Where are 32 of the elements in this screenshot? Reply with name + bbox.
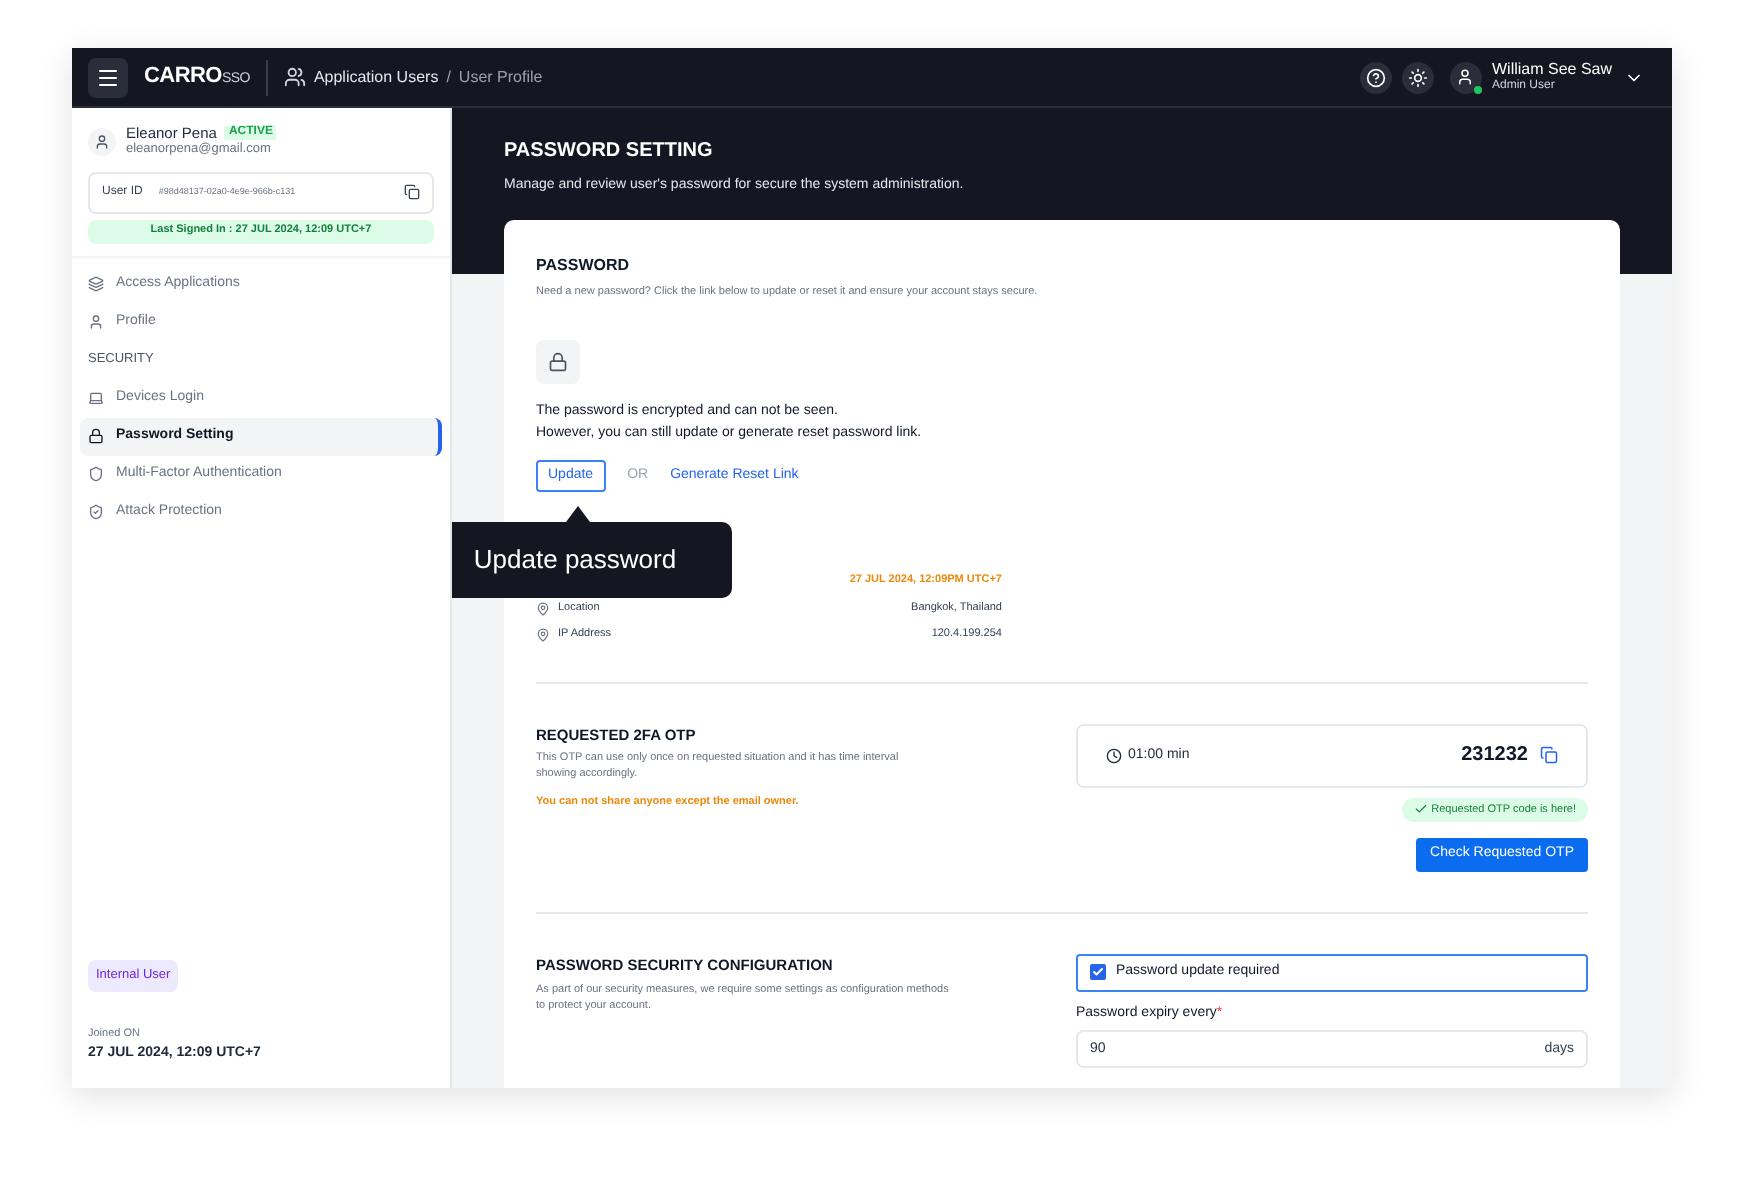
- tooltip-pointer: [566, 505, 590, 522]
- help-icon: [1365, 67, 1386, 87]
- sun-icon: [1407, 67, 1428, 87]
- users-icon: [283, 66, 306, 88]
- menu-button[interactable]: [88, 57, 128, 97]
- breadcrumb-separator: /: [446, 65, 451, 89]
- checkbox[interactable]: [1090, 964, 1106, 981]
- location-pin-icon: [536, 601, 550, 616]
- clock-icon: [1106, 747, 1122, 764]
- user-name: William See Saw: [1491, 59, 1612, 79]
- theme-button[interactable]: [1401, 61, 1434, 93]
- lock-icon: [88, 428, 104, 444]
- copy-icon[interactable]: [404, 184, 420, 200]
- user-icon: [1456, 68, 1475, 86]
- layers-icon: [88, 276, 104, 292]
- tooltip: Update password: [452, 521, 732, 598]
- copy-icon[interactable]: [1540, 746, 1558, 765]
- breadcrumb-link[interactable]: Application Users: [313, 65, 439, 89]
- shield-check-icon: [88, 504, 104, 520]
- help-button[interactable]: [1359, 61, 1392, 93]
- user-avatar[interactable]: [1449, 61, 1482, 93]
- breadcrumb-current: User Profile: [458, 65, 543, 89]
- page-title: PASSWORD SETTING: [504, 138, 715, 166]
- shield-icon: [88, 466, 104, 482]
- section-title: PASSWORD: [536, 253, 632, 277]
- laptop-icon: [88, 390, 104, 406]
- lock-icon: [548, 351, 568, 372]
- user-icon: [88, 314, 104, 330]
- otp-code: 231232: [1461, 742, 1528, 771]
- avatar: [88, 127, 116, 156]
- menu-icon: [96, 65, 120, 89]
- location-pin-icon: [536, 627, 550, 642]
